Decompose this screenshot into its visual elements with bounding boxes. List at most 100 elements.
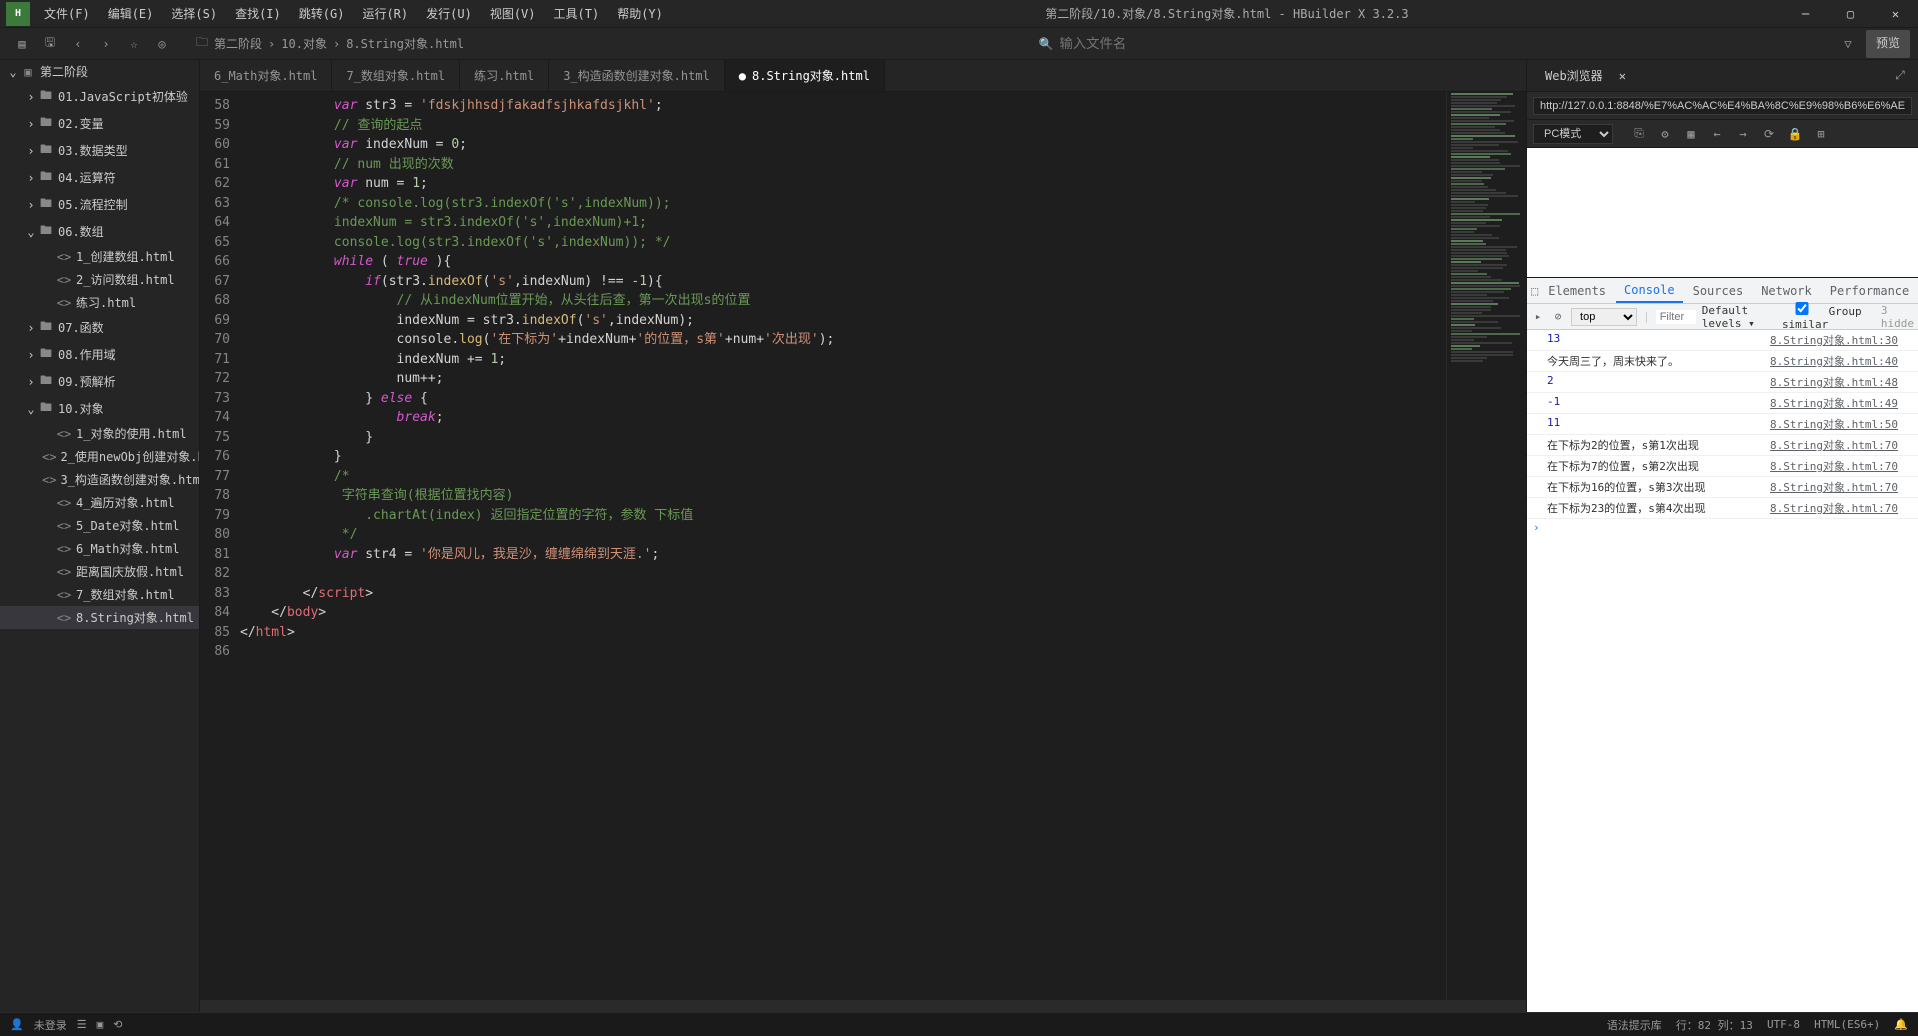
minimize-button[interactable]: ─ [1783, 0, 1828, 28]
menu-item[interactable]: 帮助(Y) [609, 1, 671, 26]
log-source-link[interactable]: 8.String对象.html:49 [1770, 395, 1898, 411]
menu-item[interactable]: 文件(F) [36, 1, 98, 26]
devtools-icon[interactable]: ▦ [1681, 124, 1701, 144]
dt-tab-network[interactable]: Network [1753, 280, 1820, 302]
tree-folder[interactable]: ›🖿07.函数 [0, 314, 199, 341]
log-source-link[interactable]: 8.String对象.html:50 [1770, 416, 1898, 432]
levels-dropdown[interactable]: Default levels ▾ [1702, 304, 1776, 330]
log-source-link[interactable]: 8.String对象.html:48 [1770, 374, 1898, 390]
log-source-link[interactable]: 8.String对象.html:70 [1770, 458, 1898, 474]
new-window-icon[interactable]: ⎘ [1629, 124, 1649, 144]
browser-tab[interactable]: Web浏览器 [1535, 63, 1613, 88]
menu-item[interactable]: 跳转(G) [291, 1, 353, 26]
tree-file[interactable]: <>4_遍历对象.html [0, 491, 199, 514]
code-area[interactable]: var str3 = 'fdskjhhsdjfakadfsjhkafdsjkhl… [240, 92, 1446, 1000]
tree-file[interactable]: <>练习.html [0, 291, 199, 314]
target-icon[interactable]: ◎ [148, 30, 176, 58]
file-search-input[interactable] [1060, 36, 1260, 51]
menu-item[interactable]: 编辑(E) [100, 1, 162, 26]
tree-file[interactable]: <>2_访问数组.html [0, 268, 199, 291]
log-source-link[interactable]: 8.String对象.html:70 [1770, 500, 1898, 516]
log-source-link[interactable]: 8.String对象.html:40 [1770, 353, 1898, 369]
editor-tab[interactable]: 3_构造函数创建对象.html [549, 60, 725, 91]
horizontal-scrollbar[interactable] [200, 1000, 1526, 1012]
menu-item[interactable]: 发行(U) [418, 1, 480, 26]
group-similar-checkbox[interactable]: Group similar [1782, 302, 1875, 331]
dt-tab-console[interactable]: Console [1616, 279, 1683, 303]
device-mode-select[interactable]: PC模式 [1533, 124, 1613, 144]
editor-tab[interactable]: ● 8.String对象.html [725, 60, 885, 91]
console-filter-input[interactable] [1656, 310, 1696, 324]
user-icon[interactable]: 👤 [10, 1018, 24, 1031]
save-icon[interactable]: 🖫 [36, 30, 64, 58]
reload-icon[interactable]: ⟳ [1759, 124, 1779, 144]
filter-icon[interactable]: ▽ [1834, 30, 1862, 58]
menu-item[interactable]: 视图(V) [482, 1, 544, 26]
tree-folder[interactable]: ⌄🖿10.对象 [0, 395, 199, 422]
tree-file[interactable]: <>5_Date对象.html [0, 514, 199, 537]
expand-icon[interactable]: ⤢ [1890, 66, 1910, 86]
tree-file[interactable]: <>1_创建数组.html [0, 245, 199, 268]
menu-item[interactable]: 选择(S) [163, 1, 225, 26]
tree-folder[interactable]: ›🖿03.数据类型 [0, 137, 199, 164]
tree-file[interactable]: <>距离国庆放假.html [0, 560, 199, 583]
tree-root[interactable]: ⌄ ▣ 第二阶段 [0, 60, 199, 83]
menu-item[interactable]: 运行(R) [354, 1, 416, 26]
dt-tab-performance[interactable]: Performance [1822, 280, 1917, 302]
terminal-icon[interactable]: ▣ [97, 1018, 104, 1031]
tree-folder[interactable]: ›🖿05.流程控制 [0, 191, 199, 218]
tree-file[interactable]: <>7_数组对象.html [0, 583, 199, 606]
settings-icon[interactable]: ⚙ [1655, 124, 1675, 144]
nav-back-icon[interactable]: ← [1707, 124, 1727, 144]
login-status[interactable]: 未登录 [34, 1017, 67, 1033]
menu-item[interactable]: 工具(T) [546, 1, 608, 26]
forward-icon[interactable]: › [92, 30, 120, 58]
star-icon[interactable]: ☆ [120, 30, 148, 58]
log-source-link[interactable]: 8.String对象.html:30 [1770, 332, 1898, 348]
tree-folder[interactable]: ›🖿02.变量 [0, 110, 199, 137]
new-file-icon[interactable]: ▤ [8, 30, 36, 58]
preview-button[interactable]: 预览 [1866, 30, 1910, 58]
list-icon[interactable]: ☰ [77, 1018, 87, 1031]
encoding[interactable]: UTF-8 [1767, 1018, 1800, 1031]
syntax-lib[interactable]: 语法提示库 [1607, 1017, 1662, 1033]
dt-tab-elements[interactable]: Elements [1540, 280, 1614, 302]
tree-file[interactable]: <>8.String对象.html [0, 606, 199, 629]
tree-file[interactable]: <>3_构造函数创建对象.html [0, 468, 199, 491]
tree-file[interactable]: <>6_Math对象.html [0, 537, 199, 560]
dt-tab-sources[interactable]: Sources [1685, 280, 1752, 302]
language-mode[interactable]: HTML(ES6+) [1814, 1018, 1880, 1031]
tree-folder[interactable]: ›🖿09.预解析 [0, 368, 199, 395]
maximize-button[interactable]: ▢ [1828, 0, 1873, 28]
editor-tab[interactable]: 7_数组对象.html [332, 60, 460, 91]
bc-0[interactable]: 第二阶段 [214, 35, 262, 52]
log-source-link[interactable]: 8.String对象.html:70 [1770, 479, 1898, 495]
qr-icon[interactable]: ⊞ [1811, 124, 1831, 144]
close-button[interactable]: ✕ [1873, 0, 1918, 28]
sync-icon[interactable]: ⟲ [113, 1018, 122, 1031]
bc-1[interactable]: 10.对象 [281, 35, 327, 52]
editor-tab[interactable]: 6_Math对象.html [200, 60, 332, 91]
console-output[interactable]: 138.String对象.html:30今天周三了，周末快来了。8.String… [1527, 330, 1918, 1012]
lock-icon[interactable]: 🔒 [1785, 124, 1805, 144]
toggle-sidebar-icon[interactable]: ▸ [1531, 310, 1545, 323]
menu-item[interactable]: 查找(I) [227, 1, 289, 26]
nav-forward-icon[interactable]: → [1733, 124, 1753, 144]
cursor-position[interactable]: 行：82 列：13 [1676, 1017, 1753, 1033]
bc-2[interactable]: 8.String对象.html [346, 35, 464, 52]
tree-folder[interactable]: ⌄🖿06.数组 [0, 218, 199, 245]
minimap[interactable] [1446, 92, 1526, 1000]
tree-folder[interactable]: ›🖿08.作用域 [0, 341, 199, 368]
tree-file[interactable]: <>2_使用newObj创建对象.ht... [0, 445, 199, 468]
editor-tab[interactable]: 练习.html [460, 60, 549, 91]
context-select[interactable]: top [1571, 308, 1637, 326]
bell-icon[interactable]: 🔔 [1894, 1018, 1908, 1031]
url-input[interactable] [1533, 97, 1912, 115]
browser-viewport[interactable] [1527, 148, 1918, 278]
back-icon[interactable]: ‹ [64, 30, 92, 58]
inspect-icon[interactable]: ⬚ [1531, 284, 1538, 298]
tree-file[interactable]: <>1_对象的使用.html [0, 422, 199, 445]
log-source-link[interactable]: 8.String对象.html:70 [1770, 437, 1898, 453]
tree-folder[interactable]: ›🖿01.JavaScript初体验 [0, 83, 199, 110]
editor-content[interactable]: 58 59 60 61 62 63 64 65 66 67 68 69 70 7… [200, 92, 1526, 1000]
